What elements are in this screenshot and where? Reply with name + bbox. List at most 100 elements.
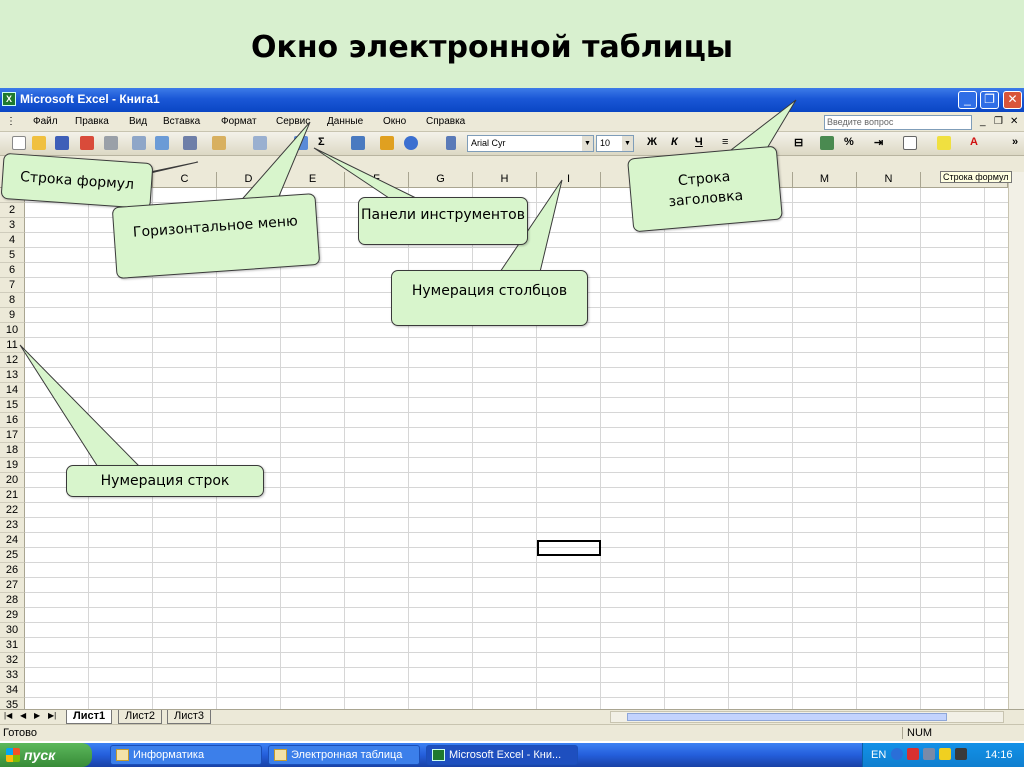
font-size-select[interactable]: 10 ▼ (596, 135, 634, 152)
save-icon[interactable] (55, 136, 69, 150)
task-button[interactable]: Microsoft Excel - Кни... (426, 745, 578, 765)
sheet-tab-3[interactable]: Лист3 (167, 710, 212, 724)
row-header[interactable]: 15 (0, 398, 25, 413)
horizontal-scrollbar[interactable] (610, 711, 1004, 723)
row-header[interactable]: 24 (0, 533, 25, 548)
close-button[interactable]: ✕ (1003, 91, 1022, 109)
print-preview-icon[interactable] (132, 136, 146, 150)
row-header[interactable]: 34 (0, 683, 25, 698)
sheet-tab-2[interactable]: Лист2 (118, 710, 163, 724)
column-header[interactable]: I (537, 172, 601, 188)
chevron-down-icon[interactable]: ▼ (622, 136, 633, 151)
row-header[interactable]: 35 (0, 698, 25, 709)
task-button[interactable]: Электронная таблица (268, 745, 420, 765)
menu-format[interactable]: Формат (221, 116, 257, 127)
antivirus-icon[interactable] (907, 748, 919, 760)
chart-wizard-icon[interactable] (380, 136, 394, 150)
column-header[interactable]: F (345, 172, 409, 188)
font-name-select[interactable]: Arial Cyr ▼ (467, 135, 594, 152)
row-header[interactable]: 32 (0, 653, 25, 668)
minimize-button[interactable]: _ (958, 91, 977, 109)
doc-restore-icon[interactable]: ❐ (994, 116, 1003, 127)
first-sheet-icon[interactable]: |◀ (4, 711, 12, 720)
open-icon[interactable] (32, 136, 46, 150)
row-header[interactable]: 13 (0, 368, 25, 383)
row-header[interactable]: 22 (0, 503, 25, 518)
sheet-tab-1[interactable]: Лист1 (66, 710, 113, 724)
row-header[interactable]: 8 (0, 293, 25, 308)
row-header[interactable]: 29 (0, 608, 25, 623)
underline-button[interactable]: Ч (695, 136, 703, 148)
row-header[interactable]: 30 (0, 623, 25, 638)
autosum-icon[interactable]: Σ (318, 136, 325, 148)
menu-help[interactable]: Справка (426, 116, 465, 127)
excel-app-icon[interactable]: X (2, 92, 16, 106)
row-header[interactable]: 28 (0, 593, 25, 608)
row-header[interactable]: 3 (0, 218, 25, 233)
row-header[interactable]: 2 (0, 203, 25, 218)
currency-icon[interactable] (820, 136, 834, 150)
task-button[interactable]: Информатика (110, 745, 262, 765)
new-icon[interactable] (12, 136, 26, 150)
warning-icon[interactable] (939, 748, 951, 760)
column-header[interactable]: E (281, 172, 345, 188)
column-header[interactable]: G (409, 172, 473, 188)
chevron-down-icon[interactable]: ▼ (582, 136, 593, 151)
row-header[interactable]: 17 (0, 428, 25, 443)
row-header[interactable]: 6 (0, 263, 25, 278)
row-header[interactable]: 9 (0, 308, 25, 323)
menu-edit[interactable]: Правка (75, 116, 109, 127)
menu-file[interactable]: Файл (33, 116, 58, 127)
menu-window[interactable]: Окно (383, 116, 406, 127)
permission-icon[interactable] (80, 136, 94, 150)
volume-icon[interactable] (955, 748, 967, 760)
column-header[interactable]: H (473, 172, 537, 188)
doc-minimize-icon[interactable]: _ (980, 116, 986, 127)
bold-button[interactable]: Ж (647, 136, 657, 148)
font-color-icon[interactable]: A (970, 136, 978, 148)
row-header[interactable]: 18 (0, 443, 25, 458)
network-icon[interactable] (891, 748, 903, 760)
column-header[interactable]: N (857, 172, 921, 188)
row-header[interactable]: 7 (0, 278, 25, 293)
row-header[interactable]: 14 (0, 383, 25, 398)
hyperlink-icon[interactable] (294, 136, 308, 150)
help-question-input[interactable]: Введите вопрос (824, 115, 972, 130)
last-sheet-icon[interactable]: ▶| (48, 711, 56, 720)
vertical-scrollbar[interactable] (1008, 172, 1024, 709)
align-left-icon[interactable]: ≡ (722, 136, 728, 148)
formula-bar[interactable] (0, 156, 1024, 172)
sort-icon[interactable] (351, 136, 365, 150)
row-header[interactable]: 12 (0, 353, 25, 368)
row-header[interactable]: 11 (0, 338, 25, 353)
toolbar-options-icon[interactable]: » (1012, 136, 1018, 148)
spelling-icon[interactable] (155, 136, 169, 150)
doc-close-icon[interactable]: ✕ (1010, 116, 1018, 127)
print-icon[interactable] (104, 136, 118, 150)
selected-cell[interactable] (537, 540, 601, 556)
title-bar[interactable]: X Microsoft Excel - Книга1 _ ❐ ✕ (0, 88, 1024, 112)
percent-icon[interactable]: % (844, 136, 854, 148)
start-button[interactable]: пуск (0, 743, 92, 767)
row-header[interactable]: 25 (0, 548, 25, 563)
help-icon[interactable] (404, 136, 418, 150)
borders-icon[interactable] (903, 136, 917, 150)
row-header[interactable]: 31 (0, 638, 25, 653)
tray-app-icon[interactable] (923, 748, 935, 760)
maximize-button[interactable]: ❐ (980, 91, 999, 109)
prev-sheet-icon[interactable]: ◀ (20, 711, 26, 720)
row-header[interactable]: 10 (0, 323, 25, 338)
row-header[interactable]: 5 (0, 248, 25, 263)
toolbar-grip-icon[interactable] (446, 136, 456, 150)
merge-center-icon[interactable]: ⊟ (794, 136, 803, 149)
row-header[interactable]: 21 (0, 488, 25, 503)
column-header[interactable]: D (217, 172, 281, 188)
menu-tools[interactable]: Сервис (276, 116, 310, 127)
row-header[interactable]: 20 (0, 473, 25, 488)
research-icon[interactable] (183, 136, 197, 150)
fill-color-icon[interactable] (937, 136, 951, 150)
undo-icon[interactable] (253, 136, 267, 150)
menu-data[interactable]: Данные (327, 116, 363, 127)
next-sheet-icon[interactable]: ▶ (34, 711, 40, 720)
row-header[interactable]: 23 (0, 518, 25, 533)
